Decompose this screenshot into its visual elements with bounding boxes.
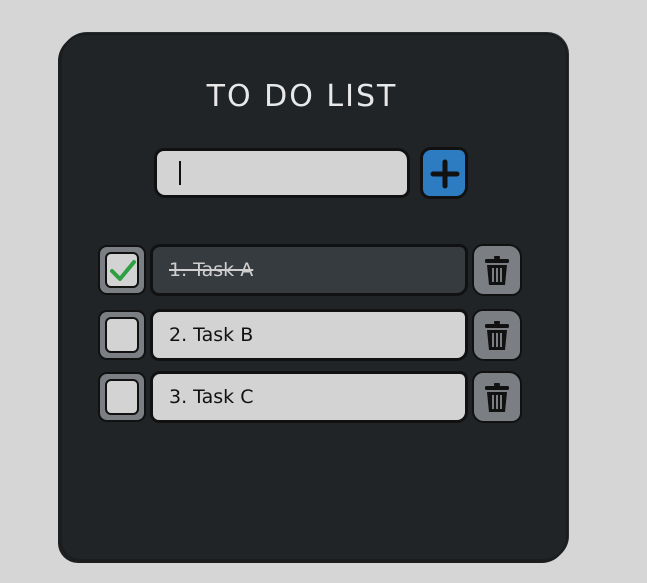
- task-row: 3. Task C: [98, 371, 524, 423]
- delete-task-button[interactable]: [472, 371, 522, 423]
- trash-icon: [485, 383, 509, 412]
- task-label[interactable]: 2. Task B: [150, 309, 468, 361]
- checkmark-icon: [110, 260, 136, 281]
- task-checkbox[interactable]: [98, 372, 146, 422]
- add-task-button[interactable]: [420, 147, 468, 199]
- task-label[interactable]: 3. Task C: [150, 371, 468, 423]
- todo-card: TO DO LIST 1. Task A 2. Task B 3. Task C: [60, 33, 568, 561]
- task-row: 2. Task B: [98, 309, 524, 361]
- task-input[interactable]: [154, 148, 410, 198]
- trash-icon: [485, 256, 509, 285]
- task-checkbox[interactable]: [98, 245, 146, 295]
- delete-task-button[interactable]: [472, 309, 522, 361]
- task-row: 1. Task A: [98, 244, 524, 296]
- text-caret: [179, 161, 181, 185]
- trash-icon: [485, 321, 509, 350]
- task-checkbox[interactable]: [98, 310, 146, 360]
- task-label[interactable]: 1. Task A: [150, 244, 468, 296]
- delete-task-button[interactable]: [472, 244, 522, 296]
- plus-icon: [430, 159, 460, 189]
- page-title: TO DO LIST: [206, 79, 398, 114]
